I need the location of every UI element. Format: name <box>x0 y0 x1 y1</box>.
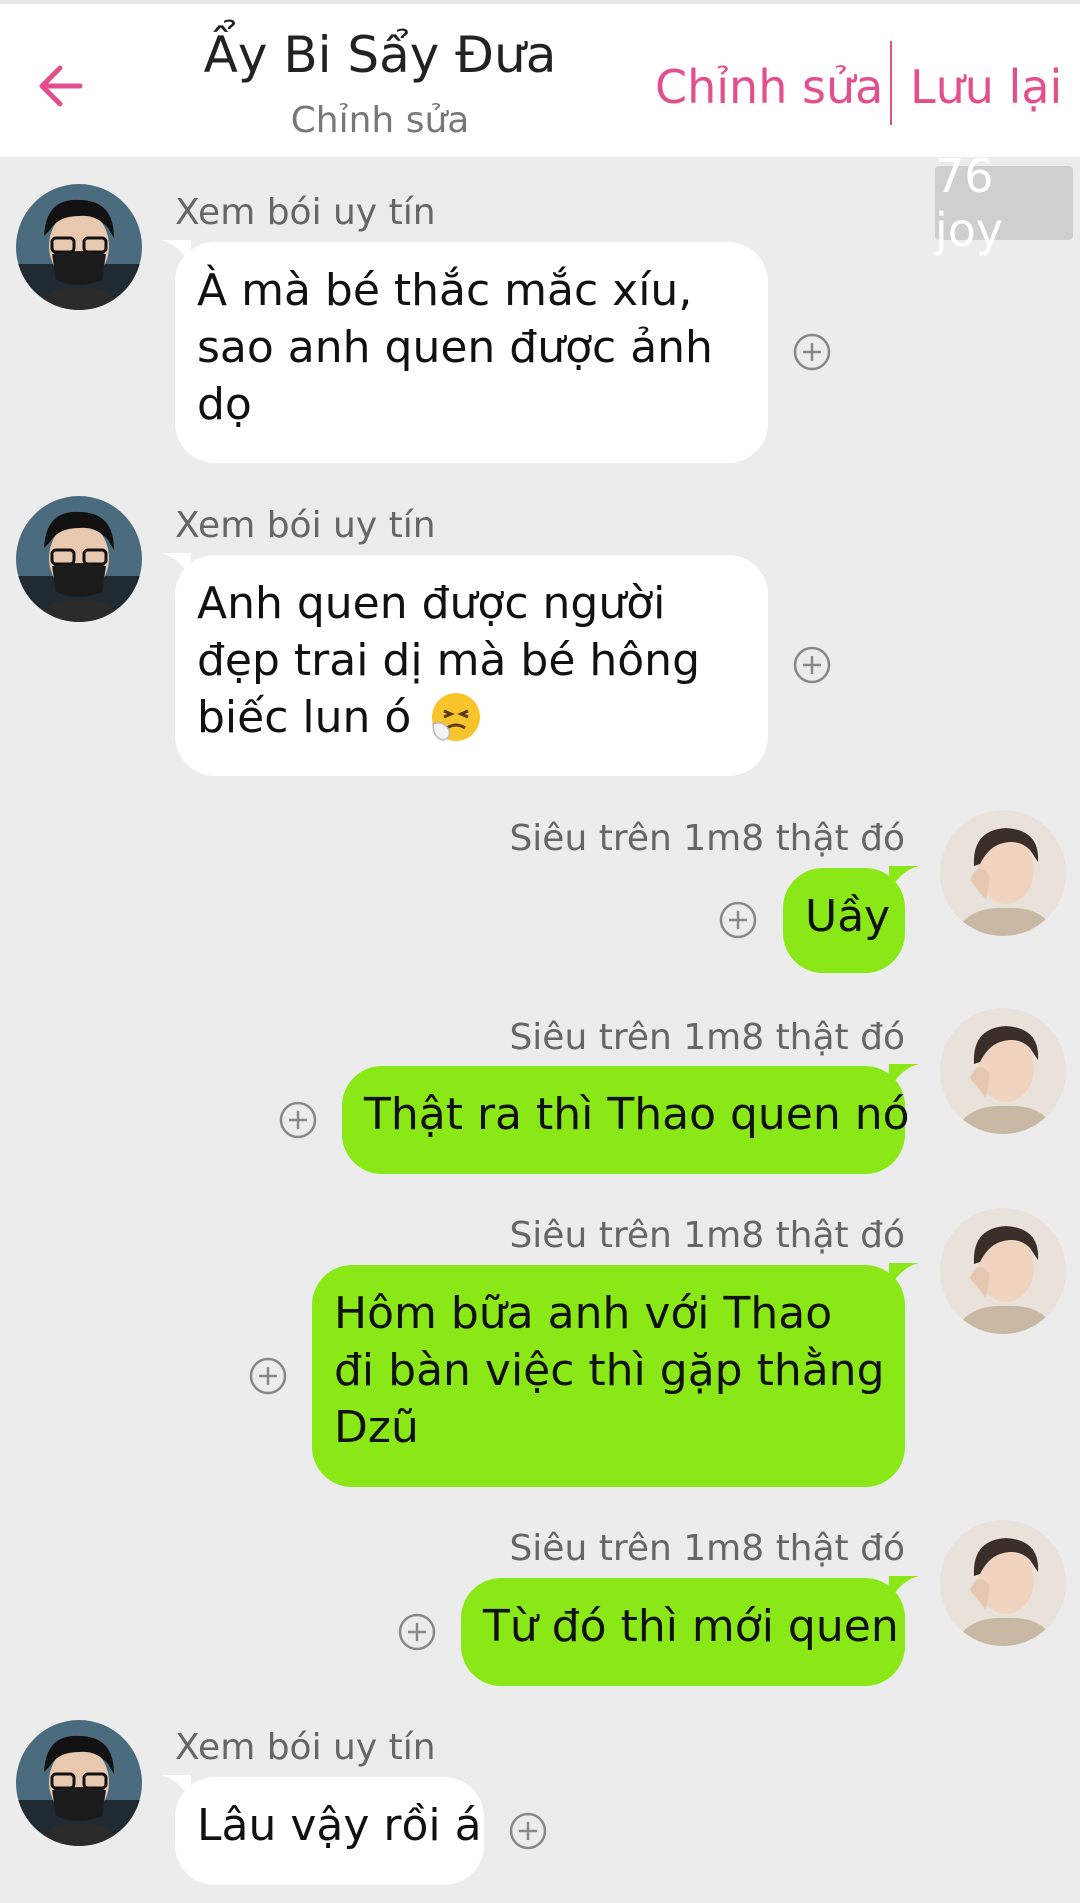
message-line: dọ <box>197 379 252 430</box>
chat-header: Ẩy Bi Sẩy Đưa Chỉnh sửa Chỉnh sửa Lưu lạ… <box>0 4 1080 157</box>
avatar-masked-person-image <box>16 1720 142 1846</box>
avatar-person-image <box>940 1208 1066 1334</box>
message-line: Dzũ <box>334 1402 419 1453</box>
add-reaction-plus-icon[interactable] <box>792 332 832 372</box>
message-line: biếc lun ó <box>197 692 412 743</box>
sender-name: Siêu trên 1m8 thật đó <box>509 1017 905 1058</box>
bubble-tail <box>161 240 191 266</box>
sender-name: Xem bói uy tín <box>175 505 436 546</box>
sneezing-face-emoji-icon <box>432 693 481 741</box>
sender-name: Xem bói uy tín <box>175 1727 436 1768</box>
message-line: đẹp trai dị mà bé hông <box>197 635 700 686</box>
avatar-person-image <box>940 1008 1066 1134</box>
add-reaction-plus-icon[interactable] <box>278 1100 318 1140</box>
message-line: đi bàn việc thì gặp thằng <box>334 1345 885 1396</box>
message-line: À mà bé thắc mắc xíu, <box>197 265 693 316</box>
avatar[interactable] <box>940 810 1066 936</box>
message-line: Từ đó thì mới quen <box>483 1601 899 1652</box>
edit-button[interactable]: Chỉnh sửa <box>655 60 883 114</box>
message-bubble[interactable]: À mà bé thắc mắc xíu, sao anh quen được … <box>161 240 768 463</box>
message-line-with-emoji: biếc lun ó <box>197 689 746 746</box>
message-bubble[interactable]: Thật ra thì Thao quen nó <box>342 1064 919 1174</box>
avatar[interactable] <box>940 1520 1066 1646</box>
message-line: Uầy <box>805 891 891 942</box>
avatar[interactable] <box>16 184 142 310</box>
save-button[interactable]: Lưu lại <box>910 60 1062 114</box>
avatar[interactable] <box>16 1720 142 1846</box>
avatar-masked-person-image <box>16 184 142 310</box>
avatar-masked-person-image <box>16 496 142 622</box>
message-bubble[interactable]: Anh quen được người đẹp trai dị mà bé hô… <box>161 553 768 776</box>
message-bubble[interactable]: Từ đó thì mới quen <box>461 1576 919 1686</box>
bubble-tail <box>161 553 191 579</box>
message-line: sao anh quen được ảnh <box>197 322 713 373</box>
avatar[interactable] <box>940 1208 1066 1334</box>
bubble-tail <box>889 1064 919 1090</box>
add-reaction-plus-icon[interactable] <box>718 900 758 940</box>
avatar[interactable] <box>940 1008 1066 1134</box>
joy-counter-badge: 76 joy <box>935 149 1073 257</box>
avatar-person-image <box>940 1520 1066 1646</box>
add-reaction-plus-icon[interactable] <box>508 1811 548 1851</box>
sender-name: Xem bói uy tín <box>175 192 436 233</box>
header-divider <box>890 41 892 125</box>
add-reaction-plus-icon[interactable] <box>248 1356 288 1396</box>
add-reaction-plus-icon[interactable] <box>792 645 832 685</box>
add-reaction-plus-icon[interactable] <box>397 1612 437 1652</box>
message-bubble[interactable]: Lâu vậy rồi á <box>161 1775 484 1885</box>
bubble-tail <box>889 866 919 892</box>
chat-subtitle: Chỉnh sửa <box>290 100 470 141</box>
message-line: Lâu vậy rồi á <box>197 1800 482 1851</box>
bubble-tail <box>889 1263 919 1289</box>
message-bubble[interactable]: Uầy <box>783 866 919 973</box>
sender-name: Siêu trên 1m8 thật đó <box>509 1215 905 1256</box>
message-bubble[interactable]: Hôm bữa anh với Thao đi bàn việc thì gặp… <box>312 1263 919 1487</box>
message-line: Hôm bữa anh với Thao <box>334 1288 833 1339</box>
bubble-tail <box>161 1775 191 1801</box>
avatar[interactable] <box>16 496 142 622</box>
sender-name: Siêu trên 1m8 thật đó <box>509 1528 905 1569</box>
message-line: Thật ra thì Thao quen nó <box>364 1089 910 1140</box>
bubble-tail <box>889 1576 919 1602</box>
avatar-person-image <box>940 810 1066 936</box>
sender-name: Siêu trên 1m8 thật đó <box>509 818 905 859</box>
message-line: Anh quen được người <box>197 578 666 629</box>
arrow-left-icon[interactable] <box>30 54 94 118</box>
chat-title: Ẩy Bi Sẩy Đưa <box>203 26 557 84</box>
